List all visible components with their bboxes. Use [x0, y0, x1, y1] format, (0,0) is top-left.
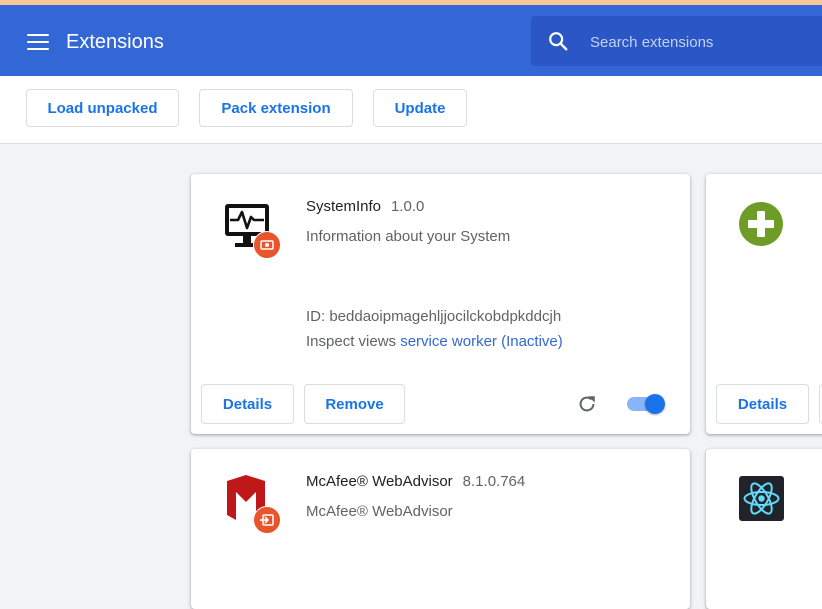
extension-id: ID: beddaoipmagehljjocilckobdpkddcjh [306, 308, 562, 325]
extension-card-mcafee: McAfee® WebAdvisor 8.1.0.764 McAfee® WebA… [191, 449, 690, 609]
policy-badge-icon [253, 231, 281, 259]
extension-version: 8.1.0.764 [462, 473, 526, 490]
extension-card-plus: Details [706, 174, 822, 434]
extension-description: McAfee® WebAdvisor [306, 503, 453, 520]
service-worker-link[interactable]: service worker (Inactive) [400, 333, 563, 350]
extension-version: 1.0.0 [391, 198, 425, 215]
policy-badge-icon [253, 506, 281, 534]
green-plus-icon [738, 201, 784, 247]
search-icon [549, 32, 568, 51]
remove-button[interactable]: Remove [304, 384, 405, 424]
search-input[interactable] [588, 28, 812, 56]
pack-extension-button[interactable]: Pack extension [199, 89, 353, 127]
reload-icon[interactable] [576, 393, 598, 415]
developer-toolbar: Load unpacked Pack extension Update [0, 76, 822, 144]
extension-card-systeminfo: SystemInfo 1.0.0 Information about your S… [191, 174, 690, 434]
react-atom-icon [739, 476, 784, 521]
hamburger-menu-icon[interactable] [27, 34, 49, 52]
page-title: Extensions [66, 31, 164, 53]
extension-card-react [706, 449, 822, 609]
extension-name: SystemInfo [306, 198, 382, 215]
details-button[interactable]: Details [201, 384, 294, 424]
search-box[interactable] [531, 16, 822, 66]
load-unpacked-button[interactable]: Load unpacked [26, 89, 179, 127]
extension-name: McAfee® WebAdvisor [306, 473, 453, 490]
update-button[interactable]: Update [373, 89, 467, 127]
app-header: Extensions [0, 5, 822, 76]
extension-description: Information about your System [306, 228, 511, 245]
inspect-views-label: Inspect views [306, 333, 397, 350]
enable-toggle[interactable] [627, 393, 667, 415]
details-button[interactable]: Details [716, 384, 809, 424]
